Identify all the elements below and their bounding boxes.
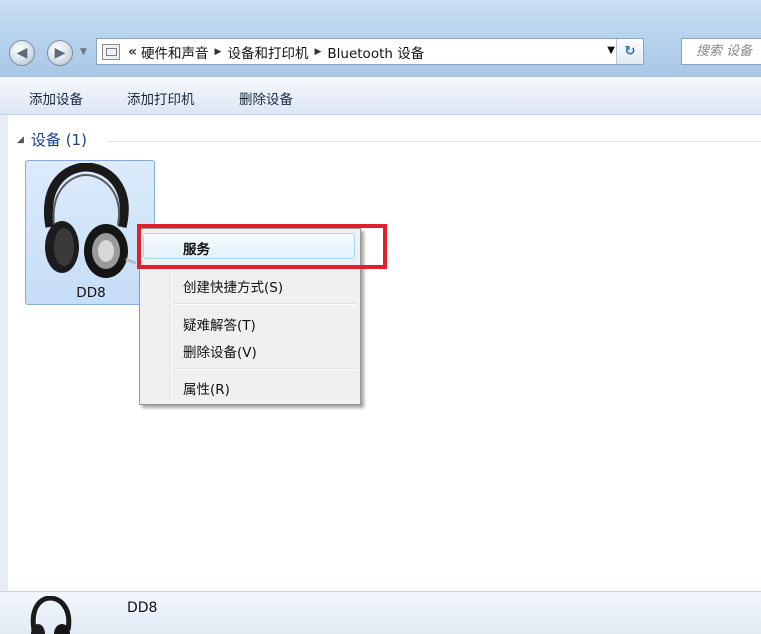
title-address-area: ◀ ▶ ▼ « 硬件和声音 ▶ 设备和打印机 ▶ Bluetooth 设备 ▼ … (0, 0, 761, 76)
breadcrumb-overflow[interactable]: « (128, 44, 137, 60)
device-label: DD8 (76, 285, 106, 301)
menu-separator (174, 303, 356, 305)
collapse-triangle-icon[interactable]: ◢ (17, 135, 24, 145)
headphones-icon (30, 596, 72, 634)
devices-printers-icon (102, 43, 120, 60)
back-arrow-icon: ◀ (16, 45, 28, 61)
add-printer-button[interactable]: 添加打印机 (127, 88, 195, 108)
menu-item-troubleshoot[interactable]: 疑难解答(T) (183, 314, 256, 334)
refresh-button[interactable]: ↻ (616, 39, 643, 64)
chevron-right-icon[interactable]: ▶ (215, 47, 222, 57)
navigation-pane-edge (0, 115, 8, 591)
refresh-icon: ↻ (624, 44, 636, 59)
group-divider (108, 141, 761, 142)
details-pane: DD8 (0, 591, 761, 634)
add-device-button[interactable]: 添加设备 (29, 88, 83, 108)
chevron-right-icon[interactable]: ▶ (314, 47, 321, 57)
breadcrumb-devices-printers[interactable]: 设备和打印机 (227, 42, 308, 62)
device-list: ◢ 设备 (1) DD8 (8, 115, 761, 591)
search-input[interactable]: 搜索 设备 (681, 38, 761, 65)
headphones-icon (44, 163, 136, 278)
command-toolbar: 添加设备 添加打印机 删除设备 (0, 76, 761, 115)
highlight-annotation-box (137, 224, 387, 269)
devices-window: ◀ ▶ ▼ « 硬件和声音 ▶ 设备和打印机 ▶ Bluetooth 设备 ▼ … (0, 0, 761, 634)
menu-item-properties[interactable]: 属性(R) (183, 378, 230, 398)
details-device-name: DD8 (127, 600, 158, 616)
recent-pages-dropdown[interactable]: ▼ (80, 47, 90, 59)
address-dropdown-icon[interactable]: ▼ (607, 45, 615, 56)
back-button[interactable]: ◀ (9, 40, 35, 66)
menu-separator (174, 368, 356, 370)
device-tile-dd8[interactable]: DD8 (25, 160, 155, 305)
remove-device-button[interactable]: 删除设备 (239, 88, 293, 108)
menu-item-create-shortcut[interactable]: 创建快捷方式(S) (183, 276, 283, 296)
breadcrumb-bluetooth-devices[interactable]: Bluetooth 设备 (327, 42, 424, 62)
group-header[interactable]: ◢ 设备 (1) (17, 129, 87, 150)
breadcrumb-hardware-sound[interactable]: 硬件和声音 (141, 42, 209, 62)
forward-arrow-icon: ▶ (54, 45, 66, 61)
group-title: 设备 (1) (30, 131, 87, 149)
menu-item-remove-device[interactable]: 删除设备(V) (183, 341, 257, 361)
forward-button[interactable]: ▶ (47, 40, 73, 66)
address-bar[interactable]: « 硬件和声音 ▶ 设备和打印机 ▶ Bluetooth 设备 ▼ ↻ (96, 38, 644, 65)
